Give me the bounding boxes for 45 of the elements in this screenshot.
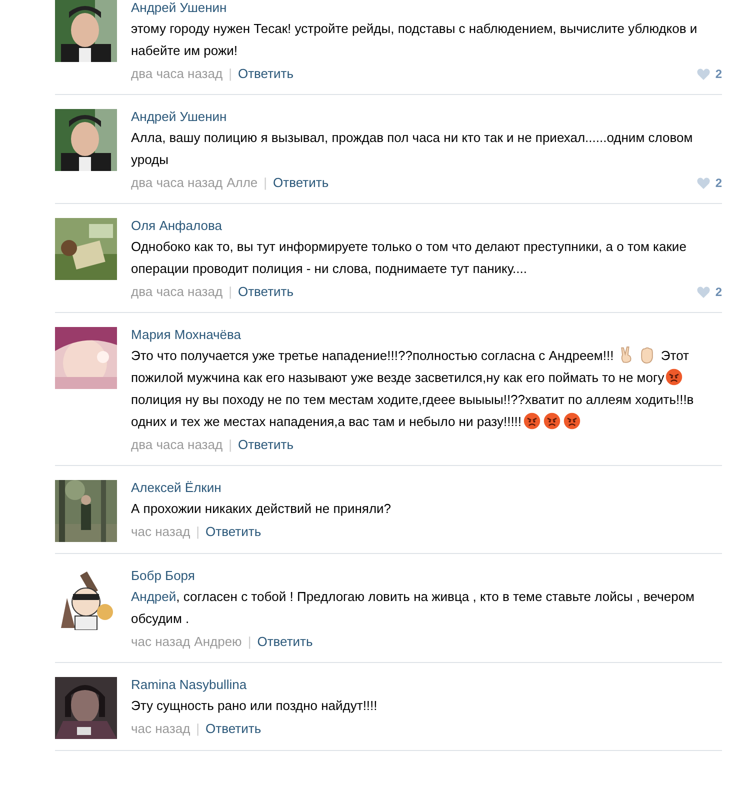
comment-text: этому городу нужен Тесак! устройте рейды, подставы с наблюдением, вычислите ублюдков и набейте им рожи!: [131, 20, 698, 60]
comment-text: Андрей, согласен с тобой ! Предлогаю ловить на живца , кто в теме ставьте лойсы , вечером обсудим .: [131, 588, 696, 628]
angry-face-icon: [542, 412, 561, 430]
like-count: 2: [715, 66, 722, 83]
angry-face-icon: [562, 412, 581, 430]
reply-to-name: Андрею: [194, 633, 242, 651]
angry-face-icon: [522, 412, 541, 430]
like-count: 2: [715, 284, 722, 301]
timestamp: два часа назад: [131, 174, 223, 192]
reply-link[interactable]: Ответить: [238, 283, 294, 301]
comment-text: Эту сущность рано или поздно найдут!!!!: [131, 697, 378, 715]
timestamp: два часа назад: [131, 65, 223, 83]
reply-link[interactable]: Ответить: [257, 633, 313, 651]
timestamp: час назад: [131, 633, 190, 651]
timestamp: час назад: [131, 523, 190, 541]
reply-to-name: Алле: [226, 174, 258, 192]
like-count: 2: [715, 175, 722, 192]
author-name[interactable]: Мария Мохначёва: [131, 327, 242, 343]
comment-text: А прохожии никаких действий не приняли?: [131, 500, 392, 518]
timestamp: два часа назад: [131, 436, 223, 454]
separator: |: [196, 523, 200, 541]
separator: |: [228, 436, 232, 454]
reply-link[interactable]: Ответить: [206, 523, 262, 541]
angry-face-icon: [665, 368, 684, 386]
author-name[interactable]: Андрей Ушенин: [131, 0, 227, 16]
mention-link[interactable]: Андрей: [131, 589, 176, 604]
comment-text: Однобоко как то, вы тут информируете только о том что делают преступники, а о том какие операции проводит полиция - ни слова, поднимаете тут панику....: [131, 238, 688, 278]
author-name[interactable]: Оля Анфалова: [131, 218, 222, 234]
separator: |: [196, 720, 200, 738]
comment-text: Это что получается уже третье нападение!!!??полностью согласна с Андреем!!! Этот пожилой мужчина как его называют уже везде засветился,ну как его поймать то не могу полиция ну вы походу не по тем местам ходите,гдеее выыыы!!??хватит по аллеям ходить!!!в одних и тех же местах нападения,а вас там и небыло ни разу!!!!!: [131, 345, 695, 432]
timestamp: два часа назад: [131, 283, 223, 301]
author-name[interactable]: Алексей Ёлкин: [131, 480, 222, 496]
reply-link[interactable]: Ответить: [273, 174, 329, 192]
author-name[interactable]: Ramina Nasybullina: [131, 677, 247, 693]
separator: |: [264, 174, 268, 192]
reply-link[interactable]: Ответить: [206, 720, 262, 738]
comment-text: Алла, вашу полицию я вызывал, прождав пол часа ни кто так и не приехал......одним словом уроды: [131, 129, 694, 169]
separator: |: [228, 283, 232, 301]
reply-link[interactable]: Ответить: [238, 436, 294, 454]
author-name[interactable]: Бобр Боря: [131, 568, 195, 584]
reply-link[interactable]: Ответить: [238, 65, 294, 83]
timestamp: час назад: [131, 720, 190, 738]
separator: |: [228, 65, 232, 83]
author-name[interactable]: Андрей Ушенин: [131, 109, 227, 125]
separator: |: [248, 633, 252, 651]
